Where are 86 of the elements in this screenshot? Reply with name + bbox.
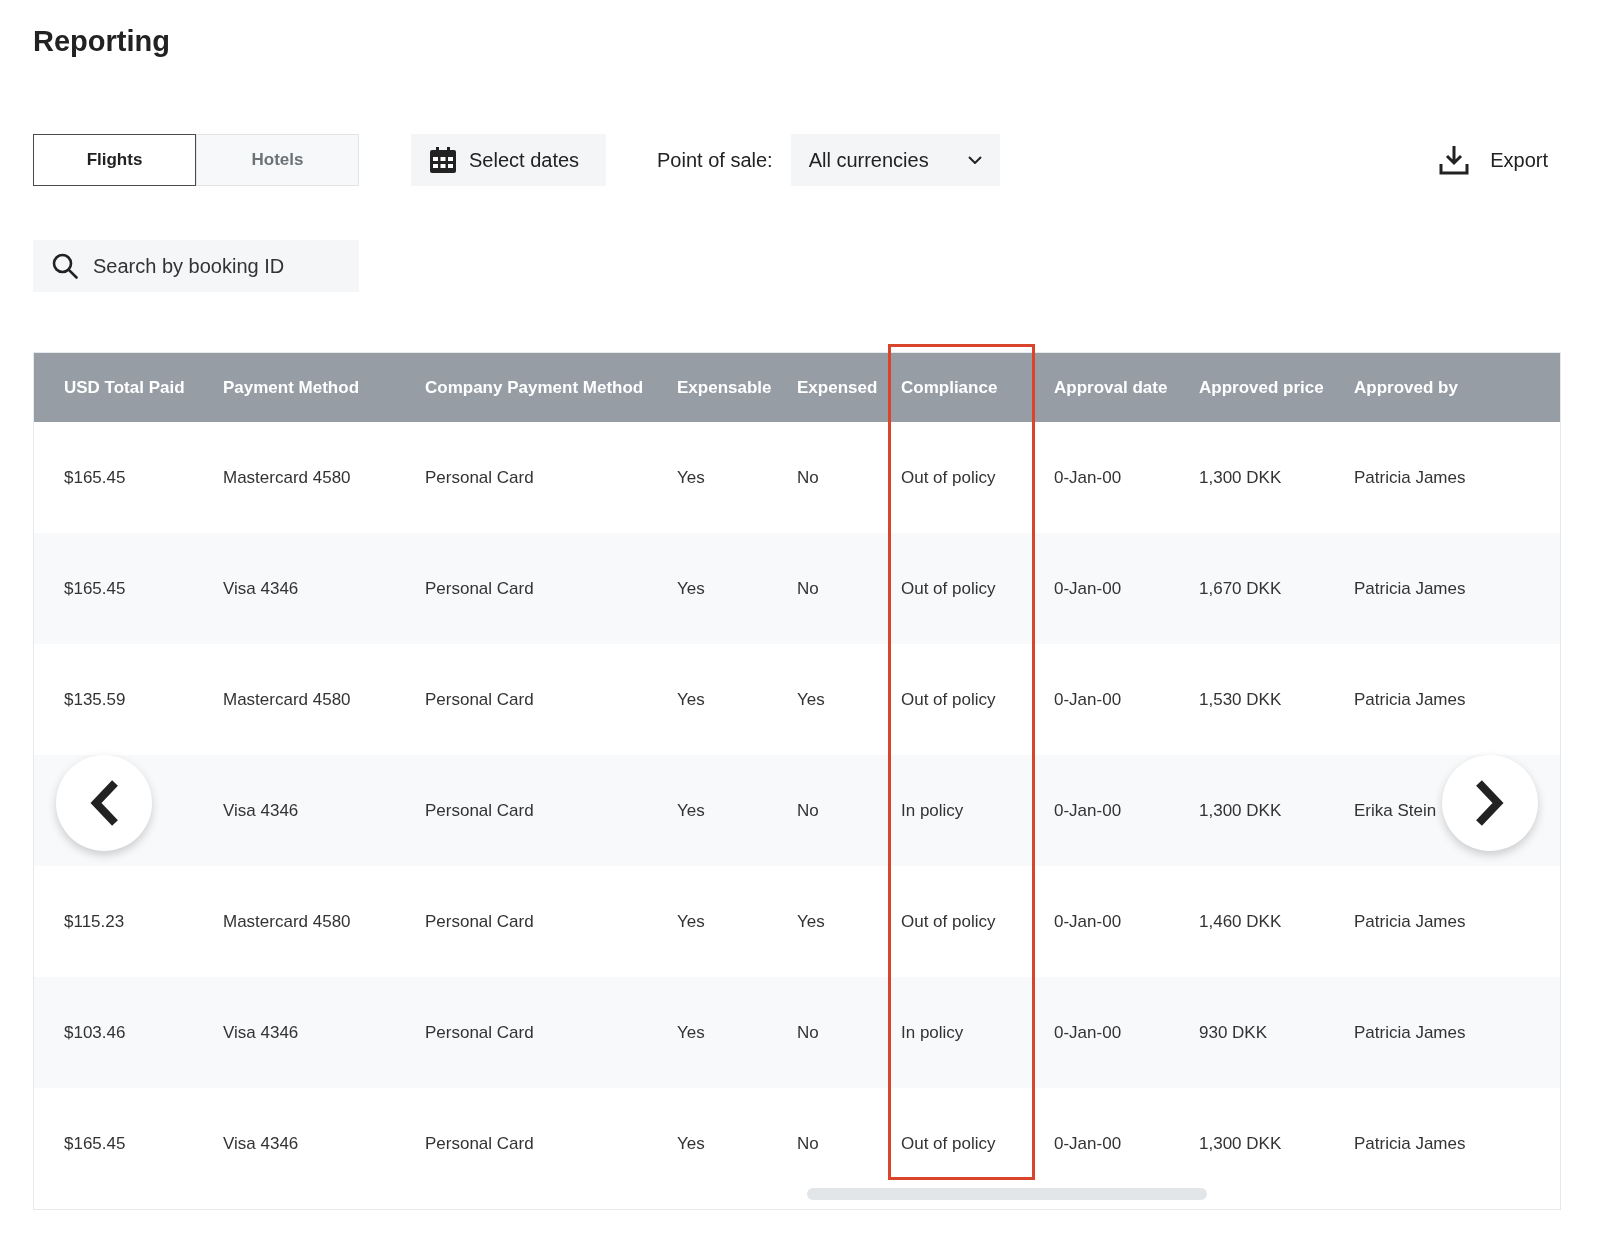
- column-header: Approval date: [1054, 376, 1169, 399]
- table-cell-text: 1,300 DKK: [1199, 1132, 1282, 1155]
- table-cell-text: Yes: [677, 577, 705, 600]
- download-icon: [1439, 145, 1470, 175]
- currency-dropdown[interactable]: All currencies: [790, 134, 1000, 186]
- table-cell-text: $165.45: [64, 466, 126, 489]
- scrollbar-thumb[interactable]: [807, 1188, 1207, 1200]
- table-cell-text: 0-Jan-00: [1054, 1021, 1122, 1044]
- export-button[interactable]: Export: [1439, 145, 1548, 175]
- point-of-sale-label: Point of sale:: [657, 148, 773, 173]
- table-cell-text: Patricia James: [1354, 466, 1466, 489]
- table-cell-text: In policy: [901, 1021, 964, 1044]
- table-cell-text: Personal Card: [425, 910, 534, 933]
- table-cell-text: In policy: [901, 799, 964, 822]
- table-cell-text: Out of policy: [901, 466, 996, 489]
- table-cell-text: Patricia James: [1354, 577, 1466, 600]
- table-cell-text: No: [797, 466, 819, 489]
- column-header: Payment Method: [223, 376, 361, 399]
- table-cell-text: 930 DKK: [1199, 1021, 1268, 1044]
- select-dates-button[interactable]: Select dates: [411, 134, 606, 186]
- table-cell-text: 1,460 DKK: [1199, 910, 1282, 933]
- column-header: Expensed: [797, 376, 879, 399]
- table-cell-text: 1,670 DKK: [1199, 577, 1282, 600]
- table-cell-text: Personal Card: [425, 577, 534, 600]
- table-cell-text: $165.45: [64, 1132, 126, 1155]
- column-header: Approved by: [1354, 376, 1459, 399]
- table-cell-text: Personal Card: [425, 688, 534, 711]
- table-cell-text: Visa 4346: [223, 577, 299, 600]
- table-cell-text: Personal Card: [425, 1021, 534, 1044]
- table-cell-text: Patricia James: [1354, 1132, 1466, 1155]
- table-cell-text: Yes: [677, 1021, 705, 1044]
- table-cell-text: 1,530 DKK: [1199, 688, 1282, 711]
- column-header: Compliance: [901, 376, 999, 399]
- table-cell-text: Out of policy: [901, 688, 996, 711]
- table-cell-text: 1,300 DKK: [1199, 466, 1282, 489]
- table-cell-text: Visa 4346: [223, 1132, 299, 1155]
- table-cell-text: No: [797, 1132, 819, 1155]
- table-cell-text: 0-Jan-00: [1054, 910, 1122, 933]
- table-cell-text: Yes: [677, 688, 705, 711]
- tab[interactable]: Hotels: [196, 134, 359, 186]
- table-cell-text: Mastercard 4580: [223, 466, 351, 489]
- tab[interactable]: Flights: [33, 134, 196, 186]
- table-cell-text: Personal Card: [425, 1132, 534, 1155]
- calendar-icon: [430, 147, 456, 173]
- table-cell-text: $115.23: [64, 910, 125, 933]
- table-cell-text: Yes: [797, 910, 825, 933]
- table-cell-text: Patricia James: [1354, 1021, 1466, 1044]
- column-header: Approved price: [1199, 376, 1325, 399]
- search-field[interactable]: Search by booking ID: [33, 240, 359, 292]
- table-cell-text: Yes: [677, 910, 705, 933]
- table-cell-text: Yes: [677, 799, 705, 822]
- table-cell-text: $103.46: [64, 1021, 126, 1044]
- table-cell-text: Patricia James: [1354, 688, 1466, 711]
- table-cell-text: Mastercard 4580: [223, 688, 351, 711]
- table-cell-text: No: [797, 577, 819, 600]
- table-cell-text: 0-Jan-00: [1054, 466, 1122, 489]
- page-title: Reporting: [33, 24, 170, 59]
- table-cell-text: Visa 4346: [223, 799, 299, 822]
- column-header: Company Payment Method: [425, 376, 645, 399]
- table-cell-text: 0-Jan-00: [1054, 688, 1122, 711]
- table-cell-text: 0-Jan-00: [1054, 577, 1122, 600]
- table-cell-text: Visa 4346: [223, 1021, 299, 1044]
- table-cell-text: Yes: [677, 466, 705, 489]
- table-cell-text: $135.59: [64, 688, 126, 711]
- table-cell-text: 1,300 DKK: [1199, 799, 1282, 822]
- table-cell-text: Mastercard 4580: [223, 910, 351, 933]
- table-cell-text: No: [797, 799, 819, 822]
- table-cell-text: $165.45: [64, 577, 126, 600]
- table-cell-text: Out of policy: [901, 1132, 996, 1155]
- table-cell-text: Yes: [797, 688, 825, 711]
- column-header: USD Total Paid: [63, 376, 186, 399]
- table-cell-text: No: [797, 1021, 819, 1044]
- table-cell-text: Yes: [677, 1132, 705, 1155]
- table-cell-text: Erika Stein: [1354, 799, 1437, 822]
- chevron-left-icon: [88, 780, 120, 826]
- table-cell-text: 0-Jan-00: [1054, 799, 1122, 822]
- chevron-right-icon: [1474, 780, 1506, 826]
- table-cell-text: Out of policy: [901, 577, 996, 600]
- table-cell-text: Out of policy: [901, 910, 996, 933]
- search-icon: [52, 253, 78, 279]
- table-cell-text: Personal Card: [425, 799, 534, 822]
- chevron-down-icon: [967, 156, 982, 164]
- table-cell-text: Personal Card: [425, 466, 534, 489]
- column-header: Expensable: [677, 376, 773, 399]
- table-cell-text: 0-Jan-00: [1054, 1132, 1122, 1155]
- table-cell-text: Patricia James: [1354, 910, 1466, 933]
